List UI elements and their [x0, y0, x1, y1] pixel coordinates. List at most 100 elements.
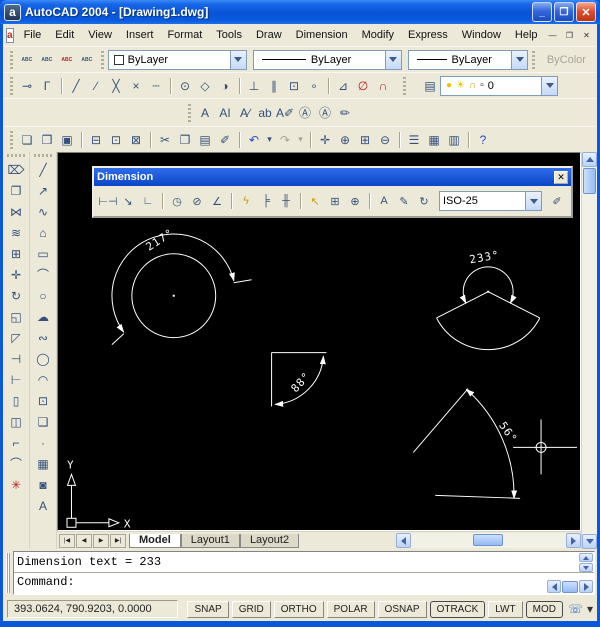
snap-extension-icon[interactable]: ┄ — [146, 76, 166, 96]
v-scroll-track[interactable] — [582, 195, 597, 534]
region-icon[interactable]: ◙ — [33, 474, 54, 495]
status-menu-arrow-icon[interactable]: ▾ — [587, 602, 593, 616]
construction-line-icon[interactable]: ↗ — [33, 180, 54, 201]
publish-icon[interactable]: ⊠ — [126, 130, 146, 150]
doc-close-button[interactable]: ✕ — [578, 28, 595, 42]
spline-icon[interactable]: ∾ — [33, 327, 54, 348]
scroll-left-icon[interactable] — [396, 533, 411, 548]
ellipse-icon[interactable]: ◯ — [33, 348, 54, 369]
polygon-icon[interactable]: ⌂ — [33, 222, 54, 243]
explode-icon[interactable]: ✳ — [6, 474, 27, 495]
minimize-button[interactable]: _ — [532, 2, 552, 22]
doc-restore-button[interactable]: ❐ — [561, 28, 578, 42]
copy-icon[interactable]: ❐ — [175, 130, 195, 150]
snap-quadrant-icon[interactable]: ◇ — [195, 76, 215, 96]
scroll-left-icon[interactable] — [547, 580, 561, 593]
paste-icon[interactable]: ▤ — [195, 130, 215, 150]
arc-icon[interactable]: ⌒ — [33, 264, 54, 285]
command-h-scrollbar[interactable] — [547, 580, 593, 593]
break-at-point-icon[interactable]: ▯ — [6, 390, 27, 411]
menu-modify[interactable]: Modify — [355, 27, 401, 43]
aligned-dimension-icon[interactable]: ↘ — [118, 191, 138, 211]
baseline-dimension-icon[interactable]: ╞ — [256, 191, 276, 211]
toggle-osnap[interactable]: OSNAP — [377, 600, 427, 618]
trim-icon[interactable]: ⊣ — [6, 348, 27, 369]
erase-icon[interactable]: ⌦ — [6, 159, 27, 180]
scroll-up-icon[interactable] — [582, 152, 597, 167]
fillet-icon[interactable]: ⌒ — [6, 453, 27, 474]
osnap-settings-icon[interactable]: ∩ — [373, 76, 393, 96]
toolbar-grip[interactable] — [10, 130, 13, 149]
plot-icon[interactable]: ⊟ — [81, 130, 106, 150]
close-icon[interactable]: ✕ — [554, 170, 568, 184]
stretch-icon[interactable]: ◸ — [6, 327, 27, 348]
dim-style-select[interactable]: ISO-25 — [439, 191, 542, 211]
tolerance-icon[interactable]: ⊞ — [325, 191, 345, 211]
multiline-text-icon[interactable]: A — [195, 103, 215, 123]
chevron-down-icon[interactable] — [525, 192, 541, 210]
ordinate-dimension-icon[interactable]: ∟ — [138, 191, 158, 211]
command-text-area[interactable]: Dimension text = 233 Command: — [13, 551, 595, 595]
menu-draw[interactable]: Draw — [249, 27, 289, 43]
mirror-icon[interactable]: ⋈ — [6, 201, 27, 222]
angular-dimension-233[interactable]: 233° — [436, 248, 541, 351]
scroll-down-icon[interactable] — [579, 563, 593, 572]
undo-dropdown-icon[interactable]: ▾ — [264, 130, 275, 150]
chevron-down-icon[interactable] — [511, 50, 528, 69]
layer-manager-icon[interactable]: ▤ — [420, 76, 440, 96]
single-line-text-icon[interactable]: AI — [215, 103, 235, 123]
offset-icon[interactable]: ≋ — [6, 222, 27, 243]
text-style-icon[interactable]: A✐ — [275, 103, 295, 123]
mtext-icon[interactable]: A — [33, 495, 54, 516]
polyline-icon[interactable]: ∿ — [33, 201, 54, 222]
angular-dimension-icon[interactable]: ∠ — [207, 191, 227, 211]
convert-text-icon[interactable]: ✏ — [335, 103, 355, 123]
remote-text-icon[interactable]: ABC — [17, 50, 37, 70]
chamfer-icon[interactable]: ⌐ — [6, 432, 27, 453]
zoom-window-icon[interactable]: ⊞ — [355, 130, 375, 150]
line-icon[interactable]: ╱ — [33, 159, 54, 180]
tab-first-button[interactable]: |◀ — [59, 533, 75, 548]
toolbar-grip[interactable] — [7, 154, 25, 157]
dimension-toolbar[interactable]: Dimension ✕ ⊢⊣ ↘ ∟ ◷ ⊘ ∠ ϟ ╞ ╫ ↖ ⊞ ⊕ A ✎ ↻ ISO-25 ✐ — [92, 166, 573, 218]
insert-block-icon[interactable]: ⊡ — [33, 390, 54, 411]
menu-insert[interactable]: Insert — [119, 27, 161, 43]
snap-intersection-icon[interactable]: ╳ — [106, 76, 126, 96]
toggle-polar[interactable]: POLAR — [326, 600, 375, 618]
layer-lock-icon[interactable]: ∩ — [469, 80, 476, 91]
diameter-dimension-icon[interactable]: ⊘ — [187, 191, 207, 211]
circle-icon[interactable]: ○ — [33, 285, 54, 306]
lineweight-control[interactable]: ByLayer — [407, 49, 529, 70]
chevron-down-icon[interactable] — [384, 50, 401, 69]
explode-text-icon[interactable]: ABC — [57, 50, 77, 70]
dimension-style-icon[interactable]: ✐ — [547, 191, 567, 211]
tab-prev-button[interactable]: ◀ — [76, 533, 92, 548]
toolbar-grip[interactable] — [10, 50, 13, 69]
ellipse-arc-icon[interactable]: ◠ — [33, 369, 54, 390]
menu-dimension[interactable]: Dimension — [289, 27, 355, 43]
toggle-mod[interactable]: MOD — [525, 600, 563, 618]
snap-perpendicular-icon[interactable]: ⊥ — [239, 76, 264, 96]
menu-tools[interactable]: Tools — [209, 27, 249, 43]
close-button[interactable]: ✕ — [576, 2, 596, 22]
color-control[interactable]: ByLayer — [107, 49, 247, 70]
toolbar-grip[interactable] — [100, 50, 104, 69]
point-icon[interactable]: · — [33, 432, 54, 453]
cut-icon[interactable]: ✂ — [150, 130, 175, 150]
chevron-down-icon[interactable] — [229, 50, 246, 69]
angular-dimension-88[interactable]: 88° — [271, 352, 327, 407]
layer-color-swatch[interactable]: ▫ — [480, 80, 484, 91]
command-scrollbar[interactable] — [579, 553, 593, 572]
find-replace-icon[interactable]: ab — [255, 103, 275, 123]
snap-from-icon[interactable]: Γ — [37, 76, 57, 96]
snap-center-icon[interactable]: ⊙ — [170, 76, 195, 96]
menu-view[interactable]: View — [81, 27, 119, 43]
toggle-grid[interactable]: GRID — [231, 600, 271, 618]
rectangle-icon[interactable]: ▭ — [33, 243, 54, 264]
horizontal-scrollbar[interactable] — [396, 533, 581, 548]
snap-midpoint-icon[interactable]: ∕ — [86, 76, 106, 96]
snap-endpoint-icon[interactable]: ╱ — [61, 76, 86, 96]
scale-text-icon[interactable]: Ⓐ — [295, 103, 315, 123]
scroll-up-icon[interactable] — [579, 553, 593, 562]
menu-file[interactable]: File — [17, 27, 49, 43]
